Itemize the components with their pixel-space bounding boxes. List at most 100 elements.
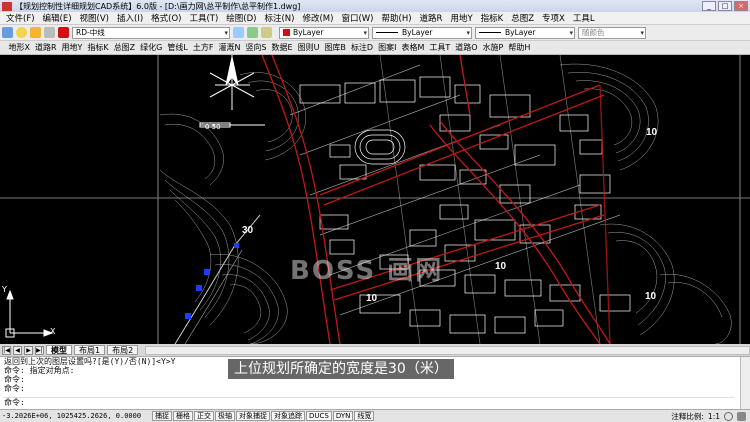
menu-tools[interactable]: 工具(T) — [185, 12, 222, 24]
menu-modify[interactable]: 修改(M) — [298, 12, 337, 24]
tb-hatch[interactable]: 图案I — [376, 42, 399, 53]
tb-greening[interactable]: 绿化G — [138, 42, 165, 53]
menu-insert[interactable]: 插入(I) — [113, 12, 147, 24]
toggle-otrack[interactable]: 对象追踪 — [271, 411, 305, 421]
tb-road[interactable]: 道路R — [32, 42, 59, 53]
sun-icon[interactable] — [30, 27, 41, 38]
toggle-polar[interactable]: 极轴 — [215, 411, 235, 421]
plotstyle-value: 随颜色 — [582, 27, 605, 37]
ucs-x-label: X — [50, 327, 56, 336]
tb-vertical[interactable]: 竖向S — [243, 42, 269, 53]
watermark-logo: BOSS 画网 — [290, 256, 444, 286]
tb-road-o[interactable]: 道路O — [453, 42, 480, 53]
color-swatch — [283, 29, 290, 36]
tb-terrain[interactable]: 地形X — [6, 42, 32, 53]
video-subtitle: 上位规划所确定的宽度是30（米） — [228, 359, 454, 379]
ucs-y-label: Y — [2, 285, 7, 294]
layer-match-icon[interactable] — [261, 27, 272, 38]
make-current-icon[interactable] — [233, 27, 244, 38]
tab-prev-button[interactable]: ◀ — [13, 345, 22, 355]
menu-special[interactable]: 专项X — [538, 12, 569, 24]
menu-view[interactable]: 视图(V) — [76, 12, 113, 24]
menu-toolsl[interactable]: 工具L — [569, 12, 599, 24]
menu-road[interactable]: 道路R — [416, 12, 447, 24]
layer-manager-icon[interactable] — [2, 27, 13, 38]
menu-edit[interactable]: 编辑(E) — [39, 12, 76, 24]
toggle-lineweight[interactable]: 线宽 — [354, 411, 375, 421]
tb-table[interactable]: 表格M — [399, 42, 427, 53]
menu-dimension[interactable]: 标注(N) — [260, 12, 298, 24]
scale-bar-label: 0 50 — [205, 123, 221, 131]
window-controls: _ □ × — [702, 1, 748, 11]
tb-landuse[interactable]: 用地Y — [59, 42, 85, 53]
tb-irrigation[interactable]: 灌溉N — [216, 42, 243, 53]
tb-annotation[interactable]: 标注D — [348, 42, 375, 53]
tab-layout2[interactable]: 布局2 — [107, 345, 139, 355]
annotation-visibility-icon[interactable] — [724, 411, 733, 421]
lineweight-value: ByLayer — [505, 27, 536, 37]
menu-window[interactable]: 窗口(W) — [337, 12, 377, 24]
workspace-gear-icon[interactable] — [737, 411, 746, 421]
menu-index[interactable]: 指标K — [477, 12, 508, 24]
bulb-icon[interactable] — [16, 27, 27, 38]
tb-index[interactable]: 指标K — [85, 42, 111, 53]
toggle-grid[interactable]: 栅格 — [173, 411, 193, 421]
dimension-label-30: 30 — [242, 225, 254, 236]
tb-library[interactable]: 图库B — [322, 42, 349, 53]
command-input[interactable]: 命令: — [4, 397, 734, 407]
toggle-ortho[interactable]: 正交 — [194, 411, 214, 421]
chevron-down-icon: ▾ — [224, 28, 228, 37]
menu-file[interactable]: 文件(F) — [2, 12, 39, 24]
toggle-osnap[interactable]: 对象捕捉 — [236, 411, 270, 421]
menu-format[interactable]: 格式(O) — [147, 12, 185, 24]
menu-landuse[interactable]: 用地Y — [446, 12, 476, 24]
tb-data[interactable]: 数据E — [269, 42, 295, 53]
toggle-snap[interactable]: 捕捉 — [152, 411, 172, 421]
color-dropdown[interactable]: ByLayer ▾ — [279, 26, 369, 39]
menu-draw[interactable]: 绘图(D) — [222, 12, 260, 24]
horizontal-scrollbar[interactable] — [145, 345, 750, 355]
tb-plan-rules[interactable]: 图则U — [295, 42, 322, 53]
close-button[interactable]: × — [734, 1, 748, 11]
annotation-scale-dropdown[interactable]: 1:1 — [708, 412, 720, 421]
lineweight-dropdown[interactable]: ByLayer ▾ — [475, 26, 575, 39]
linetype-value: ByLayer — [402, 27, 433, 37]
chevron-down-icon: ▾ — [466, 28, 470, 37]
window-title: 【规划控制性详细规划CAD系统】6.0版 - [D:\画力网\总平制作\总平制作… — [15, 1, 301, 11]
tb-siteplan[interactable]: 总图Z — [111, 42, 137, 53]
tab-first-button[interactable]: |◀ — [2, 345, 11, 355]
layer-color-icon — [58, 27, 69, 38]
minimize-button[interactable]: _ — [702, 1, 716, 11]
dimension-label-10b: 10 — [366, 293, 378, 304]
app-icon — [2, 1, 12, 11]
tb-tools[interactable]: 工具T — [427, 42, 453, 53]
layer-previous-icon[interactable] — [247, 27, 258, 38]
plotstyle-dropdown[interactable]: 随颜色 ▾ — [578, 26, 646, 39]
tab-model[interactable]: 模型 — [46, 345, 72, 355]
dimension-label-10c: 10 — [495, 261, 507, 272]
toggle-dyn[interactable]: DYN — [332, 411, 354, 421]
lineweight-preview-icon — [479, 32, 501, 33]
layer-dropdown[interactable]: RD-中线 ▾ — [72, 26, 230, 39]
menu-siteplan[interactable]: 总图Z — [507, 12, 538, 24]
command-history-line: 命令: — [4, 384, 25, 393]
tab-layout1[interactable]: 布局1 — [74, 345, 106, 355]
tb-pipeline[interactable]: 管线L — [165, 42, 190, 53]
tb-water[interactable]: 水施P — [480, 42, 506, 53]
tab-next-button[interactable]: ▶ — [24, 345, 33, 355]
linetype-dropdown[interactable]: ByLayer ▾ — [372, 26, 472, 39]
maximize-button[interactable]: □ — [718, 1, 732, 11]
command-scrollbar[interactable] — [740, 357, 750, 410]
status-bar: -3.2026E+06, 1025425.2626, 0.0000 捕捉 栅格 … — [0, 409, 750, 422]
tb-earthwork[interactable]: 土方F — [190, 42, 216, 53]
layout-tabs-bar: |◀ ◀ ▶ ▶| 模型 布局1 布局2 — [0, 344, 750, 356]
cursor-coordinates: -3.2026E+06, 1025425.2626, 0.0000 — [2, 412, 142, 420]
menu-help[interactable]: 帮助(H) — [378, 12, 416, 24]
tb-help[interactable]: 帮助H — [506, 42, 533, 53]
chevron-down-icon: ▾ — [569, 28, 573, 37]
tab-last-button[interactable]: ▶| — [35, 345, 44, 355]
lock-icon[interactable] — [44, 27, 55, 38]
properties-toolbar: RD-中线 ▾ ByLayer ▾ ByLayer ▾ ByLayer ▾ 随颜… — [0, 25, 750, 41]
toggle-ducs[interactable]: DUCS — [306, 411, 332, 421]
drawing-canvas[interactable]: 30 10 10 10 10 0 50 Y X BOSS 画网 — [0, 55, 750, 344]
